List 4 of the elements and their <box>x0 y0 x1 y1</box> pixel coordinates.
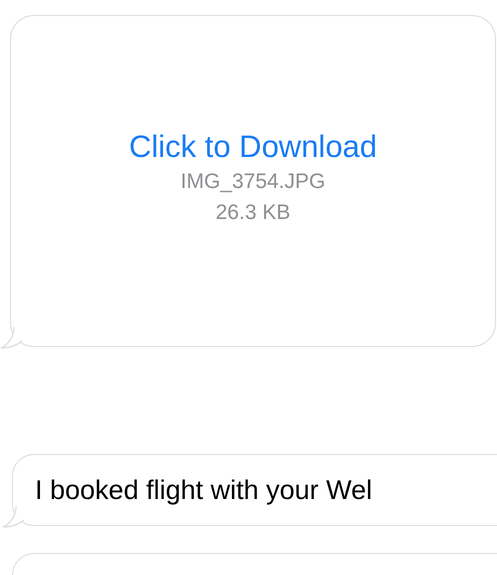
file-name: IMG_3754.JPG <box>180 169 326 195</box>
file-size: 26.3 KB <box>216 200 290 226</box>
message-text: I booked flight with your Wel <box>35 474 372 506</box>
download-link[interactable]: Click to Download <box>128 128 378 166</box>
